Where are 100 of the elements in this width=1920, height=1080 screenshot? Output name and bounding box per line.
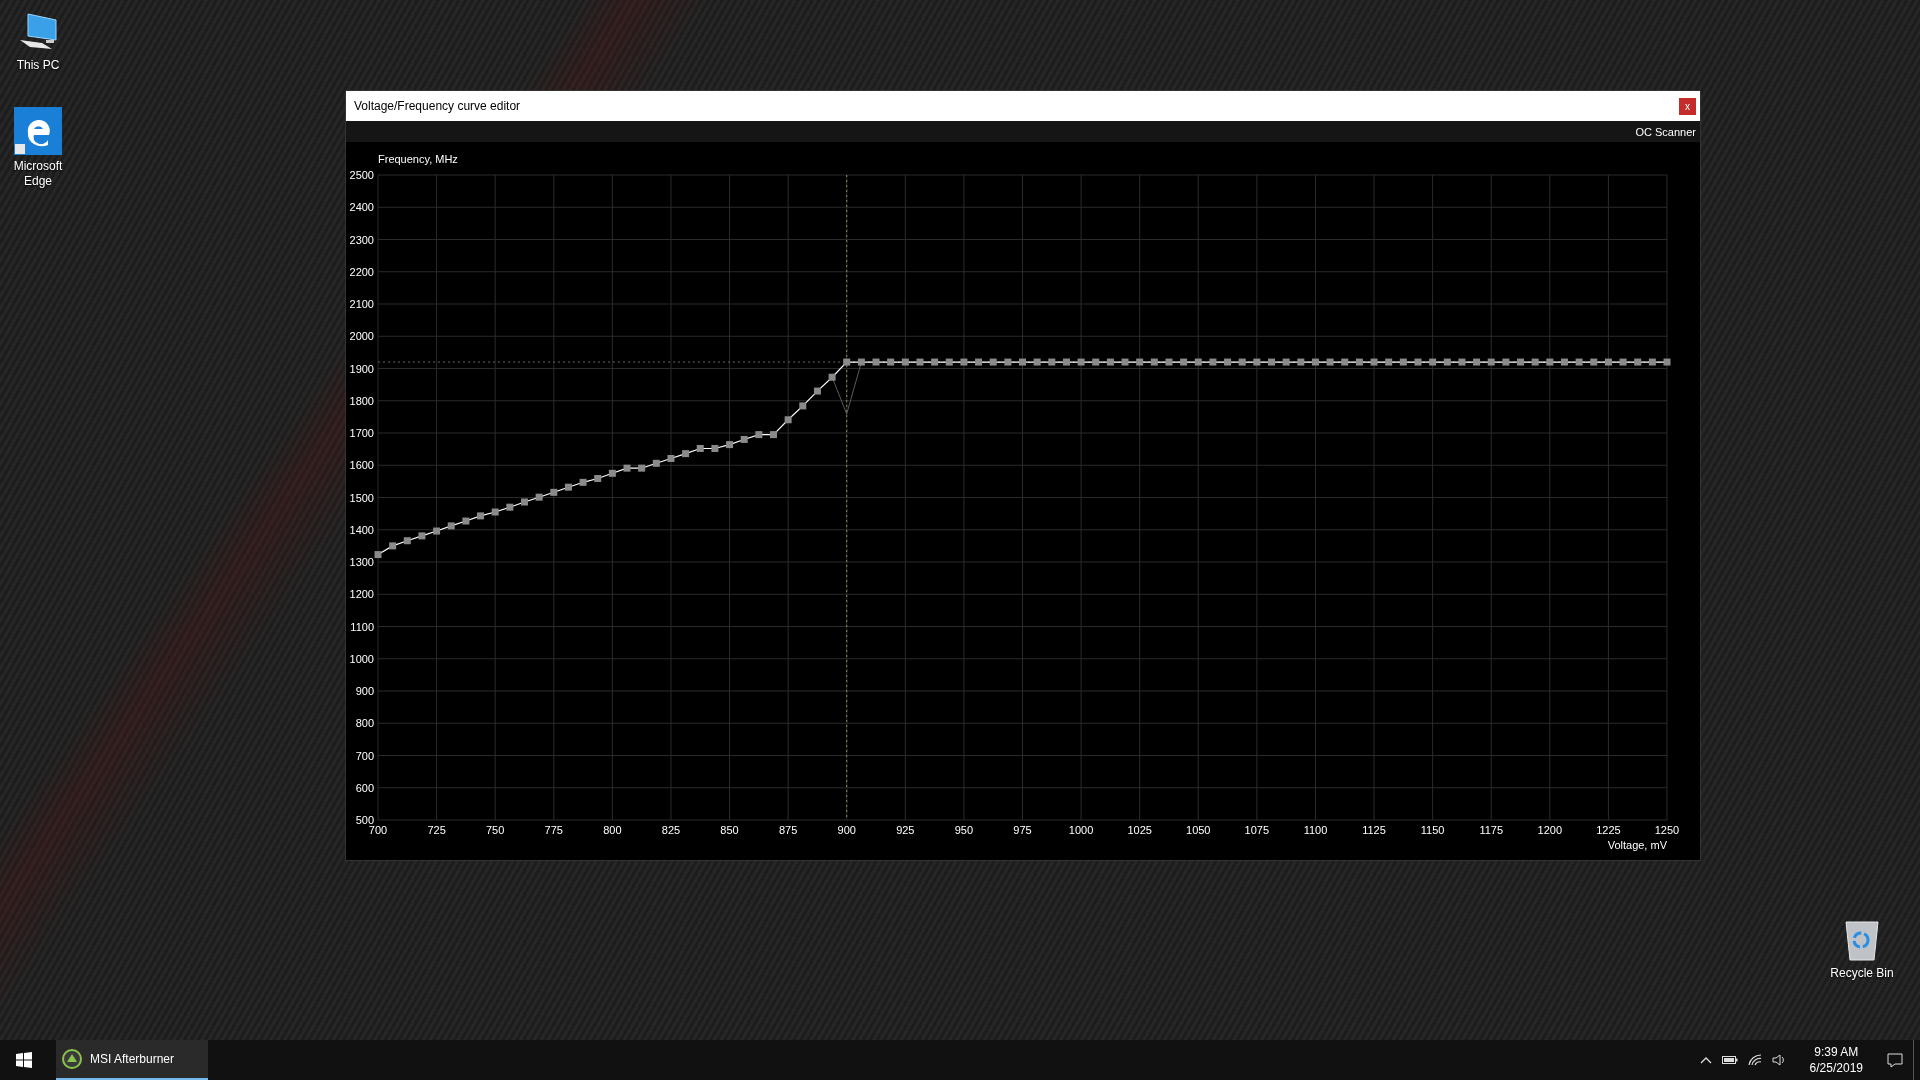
curve-point[interactable] [1604, 358, 1612, 366]
taskbar-app-button[interactable]: MSI Afterburner [56, 1040, 209, 1080]
curve-point[interactable] [799, 402, 807, 410]
trash-bin-icon[interactable] [1842, 918, 1882, 962]
curve-point[interactable] [1062, 358, 1070, 366]
curve-point[interactable] [1370, 358, 1378, 366]
curve-point[interactable] [1150, 358, 1158, 366]
curve-point[interactable] [1355, 358, 1363, 366]
curve-point[interactable] [638, 464, 646, 472]
curve-point[interactable] [711, 445, 719, 452]
curve-point[interactable] [1546, 358, 1554, 366]
curve-point[interactable] [1575, 358, 1583, 366]
curve-point[interactable] [506, 503, 514, 511]
curve-point[interactable] [770, 431, 777, 439]
curve-point[interactable] [1209, 358, 1217, 366]
curve-point[interactable] [447, 522, 455, 530]
curve-point[interactable] [975, 358, 983, 366]
chevron-up-icon[interactable] [1699, 1056, 1712, 1064]
curve-point[interactable] [682, 450, 690, 458]
curve-point[interactable] [857, 358, 865, 366]
curve-point[interactable] [960, 358, 968, 366]
curve-point[interactable] [1341, 358, 1349, 366]
curve-point[interactable] [813, 387, 821, 395]
curve-point[interactable] [945, 358, 953, 366]
curve-point[interactable] [755, 431, 763, 439]
curve-point[interactable] [1473, 358, 1481, 366]
curve-point[interactable] [667, 455, 675, 462]
curve-point[interactable] [901, 358, 909, 366]
volume-icon[interactable] [1771, 1054, 1786, 1066]
curve-point[interactable] [374, 551, 382, 559]
browser-logo-icon[interactable] [14, 107, 62, 155]
curve-point[interactable] [1180, 358, 1188, 366]
curve-point[interactable] [1282, 358, 1290, 366]
desktop-icon-label[interactable]: Microsoft Edge [0, 159, 76, 189]
battery-icon[interactable] [1721, 1055, 1738, 1065]
curve-point[interactable] [784, 416, 792, 424]
curve-point[interactable] [433, 527, 441, 535]
curve-point[interactable] [989, 358, 997, 366]
curve-point[interactable] [872, 358, 880, 366]
curve-point[interactable] [1165, 358, 1173, 366]
curve-point[interactable] [418, 532, 426, 540]
curve-point[interactable] [1590, 358, 1598, 366]
curve-point[interactable] [726, 441, 734, 449]
curve-point[interactable] [462, 517, 470, 525]
curve-point[interactable] [1121, 358, 1129, 366]
curve-point[interactable] [579, 478, 587, 486]
curve-point[interactable] [1092, 358, 1100, 366]
oc-scanner-button[interactable]: OC Scanner [1633, 125, 1698, 138]
curve-point[interactable] [1004, 358, 1012, 366]
curve-point[interactable] [550, 488, 558, 496]
desktop-icon-label[interactable]: Recycle Bin [1830, 966, 1894, 981]
curve-point[interactable] [1560, 358, 1568, 366]
curve-point[interactable] [1399, 358, 1407, 366]
curve-point[interactable] [1385, 358, 1393, 366]
curve-point[interactable] [477, 512, 485, 520]
curve-point[interactable] [1311, 358, 1319, 366]
curve-point[interactable] [1502, 358, 1510, 366]
curve-point[interactable] [535, 493, 543, 501]
curve-point[interactable] [843, 358, 851, 366]
curve-point[interactable] [1136, 358, 1144, 366]
desktop-icon-label[interactable]: This PC [16, 58, 60, 73]
close-button[interactable]: x [1679, 97, 1696, 115]
curve-point[interactable] [1033, 358, 1041, 366]
curve-point[interactable] [594, 474, 602, 482]
curve-point[interactable] [1443, 358, 1451, 366]
curve-point[interactable] [1253, 358, 1261, 366]
curve-point[interactable] [1048, 358, 1056, 366]
curve-point[interactable] [1326, 358, 1334, 366]
curve-point[interactable] [1619, 358, 1627, 366]
curve-point[interactable] [828, 373, 836, 381]
curve-point[interactable] [564, 483, 572, 491]
curve-point[interactable] [1487, 358, 1495, 366]
curve-point[interactable] [916, 358, 924, 366]
curve-point[interactable] [1634, 358, 1642, 366]
curve-point[interactable] [491, 508, 499, 516]
curve-point[interactable] [1297, 358, 1305, 366]
curve-point[interactable] [1531, 358, 1539, 366]
clock[interactable]: 9:39 AM 6/25/2019 [1809, 1044, 1863, 1076]
curve-point[interactable] [608, 469, 616, 477]
curve-point[interactable] [403, 537, 411, 545]
wifi-icon[interactable] [1747, 1054, 1762, 1066]
curve-point[interactable] [1106, 358, 1114, 366]
curve-point[interactable] [931, 358, 939, 366]
curve-point[interactable] [1663, 358, 1671, 366]
curve-point[interactable] [1458, 358, 1466, 366]
curve-point[interactable] [1224, 358, 1232, 366]
curve-point[interactable] [1429, 358, 1437, 366]
curve-point[interactable] [1414, 358, 1422, 366]
curve-point[interactable] [696, 445, 704, 452]
curve-point[interactable] [623, 464, 631, 472]
curve-point[interactable] [389, 542, 397, 550]
curve-point[interactable] [652, 459, 660, 467]
curve-point[interactable] [740, 435, 748, 443]
curve-point[interactable] [1238, 358, 1246, 366]
curve-point[interactable] [1077, 358, 1085, 366]
windows-start-icon[interactable] [16, 1052, 32, 1068]
notification-icon[interactable] [1887, 1052, 1903, 1068]
curve-point[interactable] [1648, 358, 1656, 366]
curve-point[interactable] [1194, 358, 1202, 366]
curve-point[interactable] [887, 358, 895, 366]
